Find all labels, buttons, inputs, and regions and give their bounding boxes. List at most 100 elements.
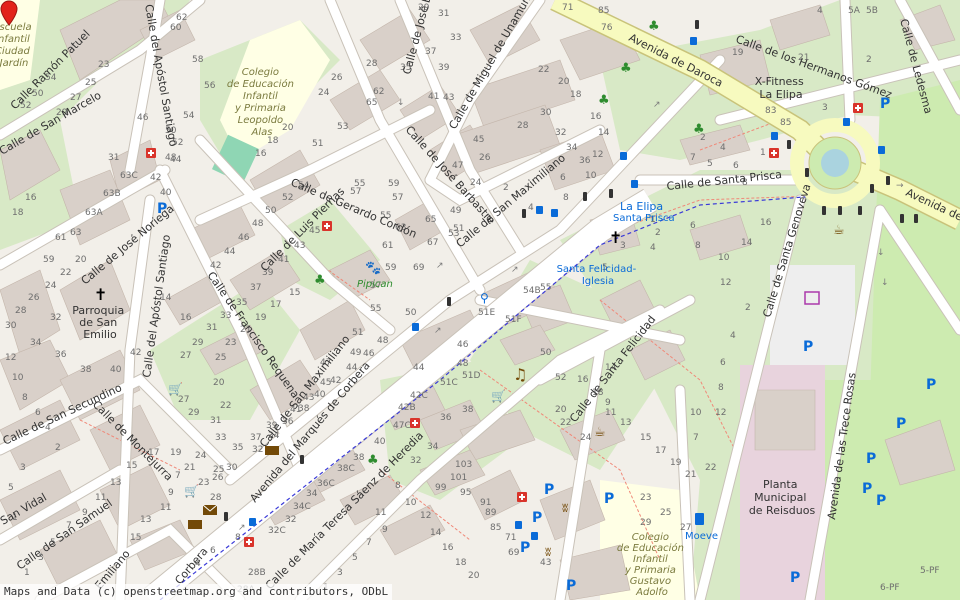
house-number: 16 (760, 218, 772, 228)
house-number: 47C (393, 421, 411, 431)
house-number: 59 (388, 179, 400, 189)
house-number: 16 (442, 543, 454, 553)
bus-stop-icon (878, 146, 885, 154)
house-number: 8 (695, 241, 701, 251)
pharmacy-icon (410, 418, 420, 428)
house-number: 48 (252, 219, 264, 229)
house-number: 49 (450, 206, 462, 216)
house-number: 35 (232, 443, 243, 453)
house-number: 5 (352, 553, 358, 563)
cafe-icon[interactable]: ☕ (833, 223, 845, 238)
location-marker-icon[interactable] (0, 0, 18, 26)
house-number: 4 (528, 203, 534, 213)
house-number: 38 (80, 365, 92, 375)
house-number: 6-PF (880, 583, 900, 593)
house-number: 22 (538, 65, 549, 75)
bus-stop-icon (531, 532, 538, 540)
house-number: 50 (265, 206, 277, 216)
house-number: 6 (733, 161, 739, 171)
bus-stop-label: La Elipa (620, 200, 663, 213)
house-number: 24 (580, 433, 592, 443)
house-number: 20 (75, 255, 87, 265)
house-number: 28B (248, 568, 266, 578)
house-number: 8 (395, 481, 401, 491)
house-number: 28 (366, 59, 378, 69)
parking-icon: P (866, 451, 876, 467)
house-number: 14 (741, 238, 753, 248)
house-number: 42C (410, 391, 428, 401)
map-attribution: Maps and Data (c) openstreetmap.org and … (0, 584, 393, 600)
map-canvas[interactable]: 60585654525048464442406263C63B63A6361591… (0, 0, 960, 600)
house-number: 28 (517, 121, 529, 131)
sculpture-icon[interactable]: ʬ (562, 501, 568, 515)
house-number: 3 (822, 103, 828, 113)
house-number: 23 (225, 338, 236, 348)
fuel-station-label: Moeve (685, 531, 718, 542)
house-number: 56 (204, 81, 216, 91)
house-number: 21 (685, 470, 696, 480)
svg-text:↓: ↓ (877, 248, 885, 258)
house-number: 16 (577, 375, 589, 385)
map-view[interactable]: 60 58 56 54 52 50 48 46 44 42 40 62 63C 63B 63A 63 61 59 1… (0, 0, 960, 600)
house-number: 11 (605, 408, 616, 418)
house-number: 30 (226, 463, 238, 473)
house-number: 26 (28, 293, 40, 303)
house-number: 31 (210, 416, 221, 426)
parking-icon: P (604, 491, 614, 507)
house-number: 21 (184, 463, 195, 473)
house-number: 4 (650, 243, 656, 253)
house-number: 12 (420, 511, 431, 521)
house-number: 44 (413, 363, 425, 373)
shop-icon: 🛒 (168, 382, 183, 396)
house-number: 32 (555, 128, 566, 138)
house-number: 15 (640, 433, 651, 443)
music-icon[interactable]: ♫ (513, 365, 527, 384)
svg-text:♫: ♫ (513, 365, 527, 384)
svg-text:☕: ☕ (594, 425, 606, 440)
house-number: 57 (392, 193, 403, 203)
house-number: 22 (60, 268, 71, 278)
post-icon[interactable] (202, 504, 218, 515)
house-number: 6 (690, 221, 696, 231)
house-number: 60 (170, 23, 182, 33)
cafe-icon[interactable]: ☕ (594, 425, 606, 440)
house-number: 23 (640, 493, 651, 503)
house-number: 8 (563, 193, 569, 203)
house-number: 5-PF (920, 566, 940, 576)
house-number: 10 (405, 498, 417, 508)
house-number: 14 (430, 528, 442, 538)
house-number: 32C (268, 526, 286, 536)
house-number: 2 (745, 303, 751, 313)
house-number: 65 (366, 98, 377, 108)
house-number: 25 (215, 353, 226, 363)
house-number: 43 (443, 93, 454, 103)
house-number: 25 (85, 78, 96, 88)
bicycle-icon[interactable]: ⚲ (480, 291, 489, 305)
atm-icon[interactable] (188, 520, 202, 529)
house-number: 33 (215, 433, 226, 443)
house-number: 20 (468, 571, 480, 581)
house-number: 51F (505, 315, 522, 325)
house-number: 5A (848, 6, 861, 16)
house-number: 10 (12, 373, 24, 383)
house-number: 31 (206, 323, 217, 333)
house-number: 33 (450, 33, 461, 43)
sculpture-icon[interactable]: ʬ (545, 545, 551, 559)
house-number: 63C (120, 171, 138, 181)
bus-stop-icon (536, 206, 543, 214)
house-number: 5 (8, 483, 14, 493)
house-number: 20 (213, 378, 225, 388)
house-number: 7 (175, 471, 181, 481)
church-icon: ✝ (609, 228, 622, 247)
house-number: 36 (579, 156, 591, 166)
fuel-icon[interactable] (695, 513, 704, 525)
svg-text:↓: ↓ (397, 98, 405, 108)
house-number: 51C (440, 378, 458, 388)
house-number: 91 (480, 498, 491, 508)
atm-icon[interactable] (265, 446, 279, 455)
house-number: 9 (168, 488, 174, 498)
house-number: 65 (425, 215, 436, 225)
svg-text:☕: ☕ (833, 223, 845, 238)
house-number: 8 (235, 533, 241, 543)
house-number: 37 (250, 283, 261, 293)
